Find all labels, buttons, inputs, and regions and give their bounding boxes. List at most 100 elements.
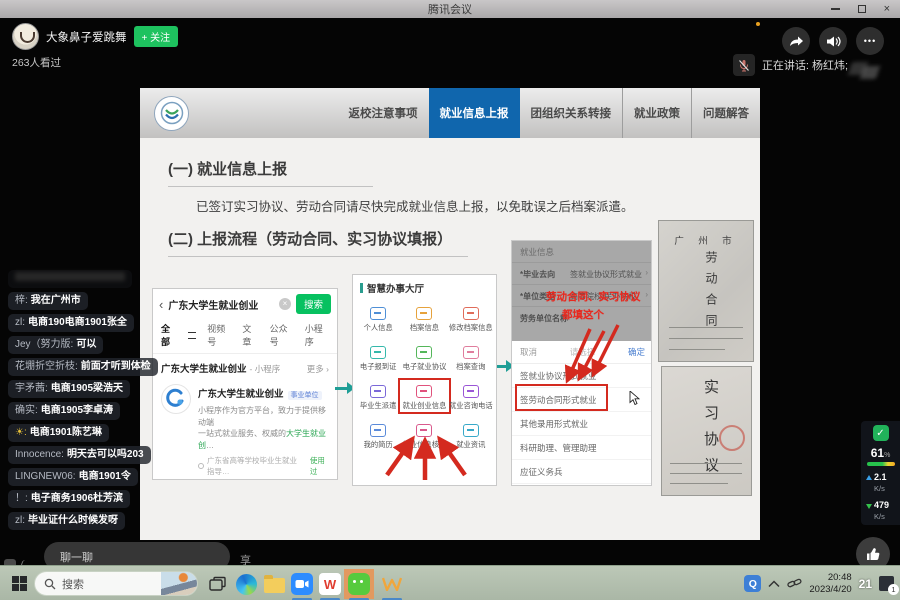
share-button[interactable] (782, 27, 810, 55)
chat-message-faded (8, 270, 132, 288)
form-row-label: 劳务单位名称 (520, 313, 568, 324)
annotation-line2: 都填这个 (562, 307, 604, 322)
taskbar-search-input[interactable]: 搜索 (34, 571, 198, 596)
notification-tray-icon[interactable]: 1 (879, 576, 894, 591)
more-button[interactable]: ••• (856, 27, 884, 55)
volume-button[interactable] (819, 27, 847, 55)
link-icon[interactable] (787, 577, 802, 590)
shared-screen: 返校注意事项 就业信息上报 团组织关系转接 就业政策 问题解答 (一) 就业信息… (140, 88, 760, 540)
file-explorer-button[interactable] (262, 572, 286, 596)
streamer-name: 大象鼻子爱跳舞 (46, 29, 127, 45)
hall-item: 就业资讯 (448, 420, 494, 450)
archive-query-icon (463, 346, 479, 359)
section1-body: 已签订实习协议、劳动合同请尽快完成就业信息上报，以免耽误之后档案派遣。 (196, 196, 634, 215)
wechat-button[interactable] (347, 572, 371, 596)
tab-return-notes: 返校注意事项 (338, 88, 429, 138)
picker-confirm: 确定 (628, 346, 645, 358)
service-hall-screenshot: 智慧办事大厅 个人信息 档案信息 修改档案信息 电子报到证 电子就业协议 档案查… (352, 274, 497, 486)
status-dot (756, 22, 760, 26)
chat-message: 梓:我在广州市 (8, 292, 88, 310)
search-highlight-image (161, 571, 197, 596)
viewer-count: 263人看过 (12, 55, 61, 70)
system-monitor-widget[interactable]: ✓ 61% 2.1K/s 479K/s (861, 421, 900, 525)
result-suffix: - 小程序 (250, 363, 281, 375)
wps-icon: W (319, 573, 341, 595)
system-tray: Q 20:48 2023/4/20 21 1 (744, 566, 900, 600)
download-arrow-icon (866, 504, 872, 509)
header-bar-icon (360, 283, 363, 293)
task-view-button[interactable] (206, 572, 230, 596)
meeting-app-button[interactable] (290, 572, 314, 596)
orange-app-button[interactable] (380, 572, 404, 596)
tab-employment-report: 就业信息上报 (429, 88, 520, 138)
chat-message: zl:毕业证什么时候发呀 (8, 512, 125, 530)
streamer-avatar[interactable] (12, 23, 39, 50)
edge-icon (236, 574, 257, 595)
close-icon[interactable]: × (884, 0, 890, 18)
taskbar: 搜索 W Q 20:48 2023/4/20 (0, 565, 900, 600)
app-source: 广东省高等学校毕业生就业指导… (207, 455, 303, 477)
orange-app-icon (382, 577, 402, 591)
hall-item: 就业咨询电话 (448, 381, 494, 411)
filter-tab-video: 视频号 (207, 322, 231, 348)
info-check-icon (416, 424, 432, 437)
maximize-icon[interactable] (858, 5, 866, 13)
picker-cancel: 取消 (520, 346, 537, 358)
chat-message: 宇矛茜:电商1905梁浩天 (8, 380, 130, 398)
contract-city: 广 州 市 (659, 233, 753, 247)
hall-item: 档案信息 (401, 303, 447, 333)
chat-input-placeholder: 聊一聊 (60, 549, 93, 565)
share-icon (788, 34, 804, 48)
speaker-icon (826, 35, 841, 48)
chevron-right-icon: › (645, 268, 648, 277)
follow-button[interactable]: + 关注 (134, 26, 179, 47)
chevron-right-icon: › (645, 290, 648, 299)
labor-contract-photo: 广 州 市 劳动合同 (658, 220, 754, 362)
hotline-icon (463, 385, 479, 398)
filter-tab-official: 公众号 (270, 322, 294, 348)
thumbs-up-icon (865, 546, 881, 562)
notification-badge: 1 (888, 584, 899, 595)
section2-title: (二) 上报流程（劳动合同、实习协议填报） (168, 228, 468, 257)
annotation-line1: 劳动合同、实习协议 (546, 289, 641, 304)
upload-speed: 2.1 (874, 472, 887, 482)
stream-controls: ••• (782, 27, 884, 55)
chat-message: zl:电商190电商1901张全 (8, 314, 134, 332)
tray-expand-icon[interactable] (768, 580, 780, 588)
minimize-icon[interactable] (831, 8, 840, 10)
speaking-indicator: 正在讲话: 杨红炜; (733, 54, 848, 76)
hall-item: 就业信息核查 (401, 420, 447, 450)
agreement-title: 实习协议 (700, 379, 721, 483)
windows-start-button[interactable] (12, 576, 27, 591)
clock-time: 20:48 (809, 572, 851, 584)
taskbar-clock[interactable]: 20:48 2023/4/20 (809, 572, 851, 596)
mic-muted-icon (733, 54, 755, 76)
slide-content: (一) 就业信息上报 已签订实习协议、劳动合同请尽快完成就业信息上报，以免耽误之… (140, 138, 760, 540)
wps-button[interactable]: W (318, 572, 342, 596)
wechat-search-button: 搜索 (296, 294, 331, 314)
hall-item: 毕业生派遣 (355, 381, 401, 411)
graduate-dispatch-icon (370, 385, 386, 398)
window-titlebar: 腾讯会议 × (0, 0, 900, 18)
chat-message: ！:电子商务1906杜芳滨 (8, 490, 130, 508)
news-icon (463, 424, 479, 437)
red-seal-icon (719, 425, 745, 451)
clear-icon: × (279, 298, 291, 310)
mouse-cursor (629, 391, 640, 406)
used-label: 使用过 (310, 455, 329, 477)
tab-employment-policy: 就业政策 (622, 88, 691, 138)
edge-browser-button[interactable] (234, 572, 258, 596)
person-info-icon (370, 307, 386, 320)
internship-agreement-photo: 实习协议 (661, 366, 752, 496)
meeting-window: 腾讯会议 × 大象鼻子爱跳舞 + 关注 263人看过 ••• (0, 0, 900, 600)
chat-message: ☀:电商1901陈艺琳 (8, 424, 109, 442)
search-placeholder: 搜索 (62, 576, 155, 592)
more-link: 更多 › (307, 363, 329, 375)
qq-tray-icon[interactable]: Q (744, 575, 761, 592)
shield-check-icon: ✓ (873, 425, 889, 441)
task-view-icon (209, 576, 227, 592)
form-header: 就业信息 (520, 246, 554, 258)
app-badge: 事业单位 (288, 391, 322, 400)
resume-icon (370, 424, 386, 437)
app-desc-line1: 小程序作为官方平台，致力于提供移动端 (198, 406, 326, 427)
